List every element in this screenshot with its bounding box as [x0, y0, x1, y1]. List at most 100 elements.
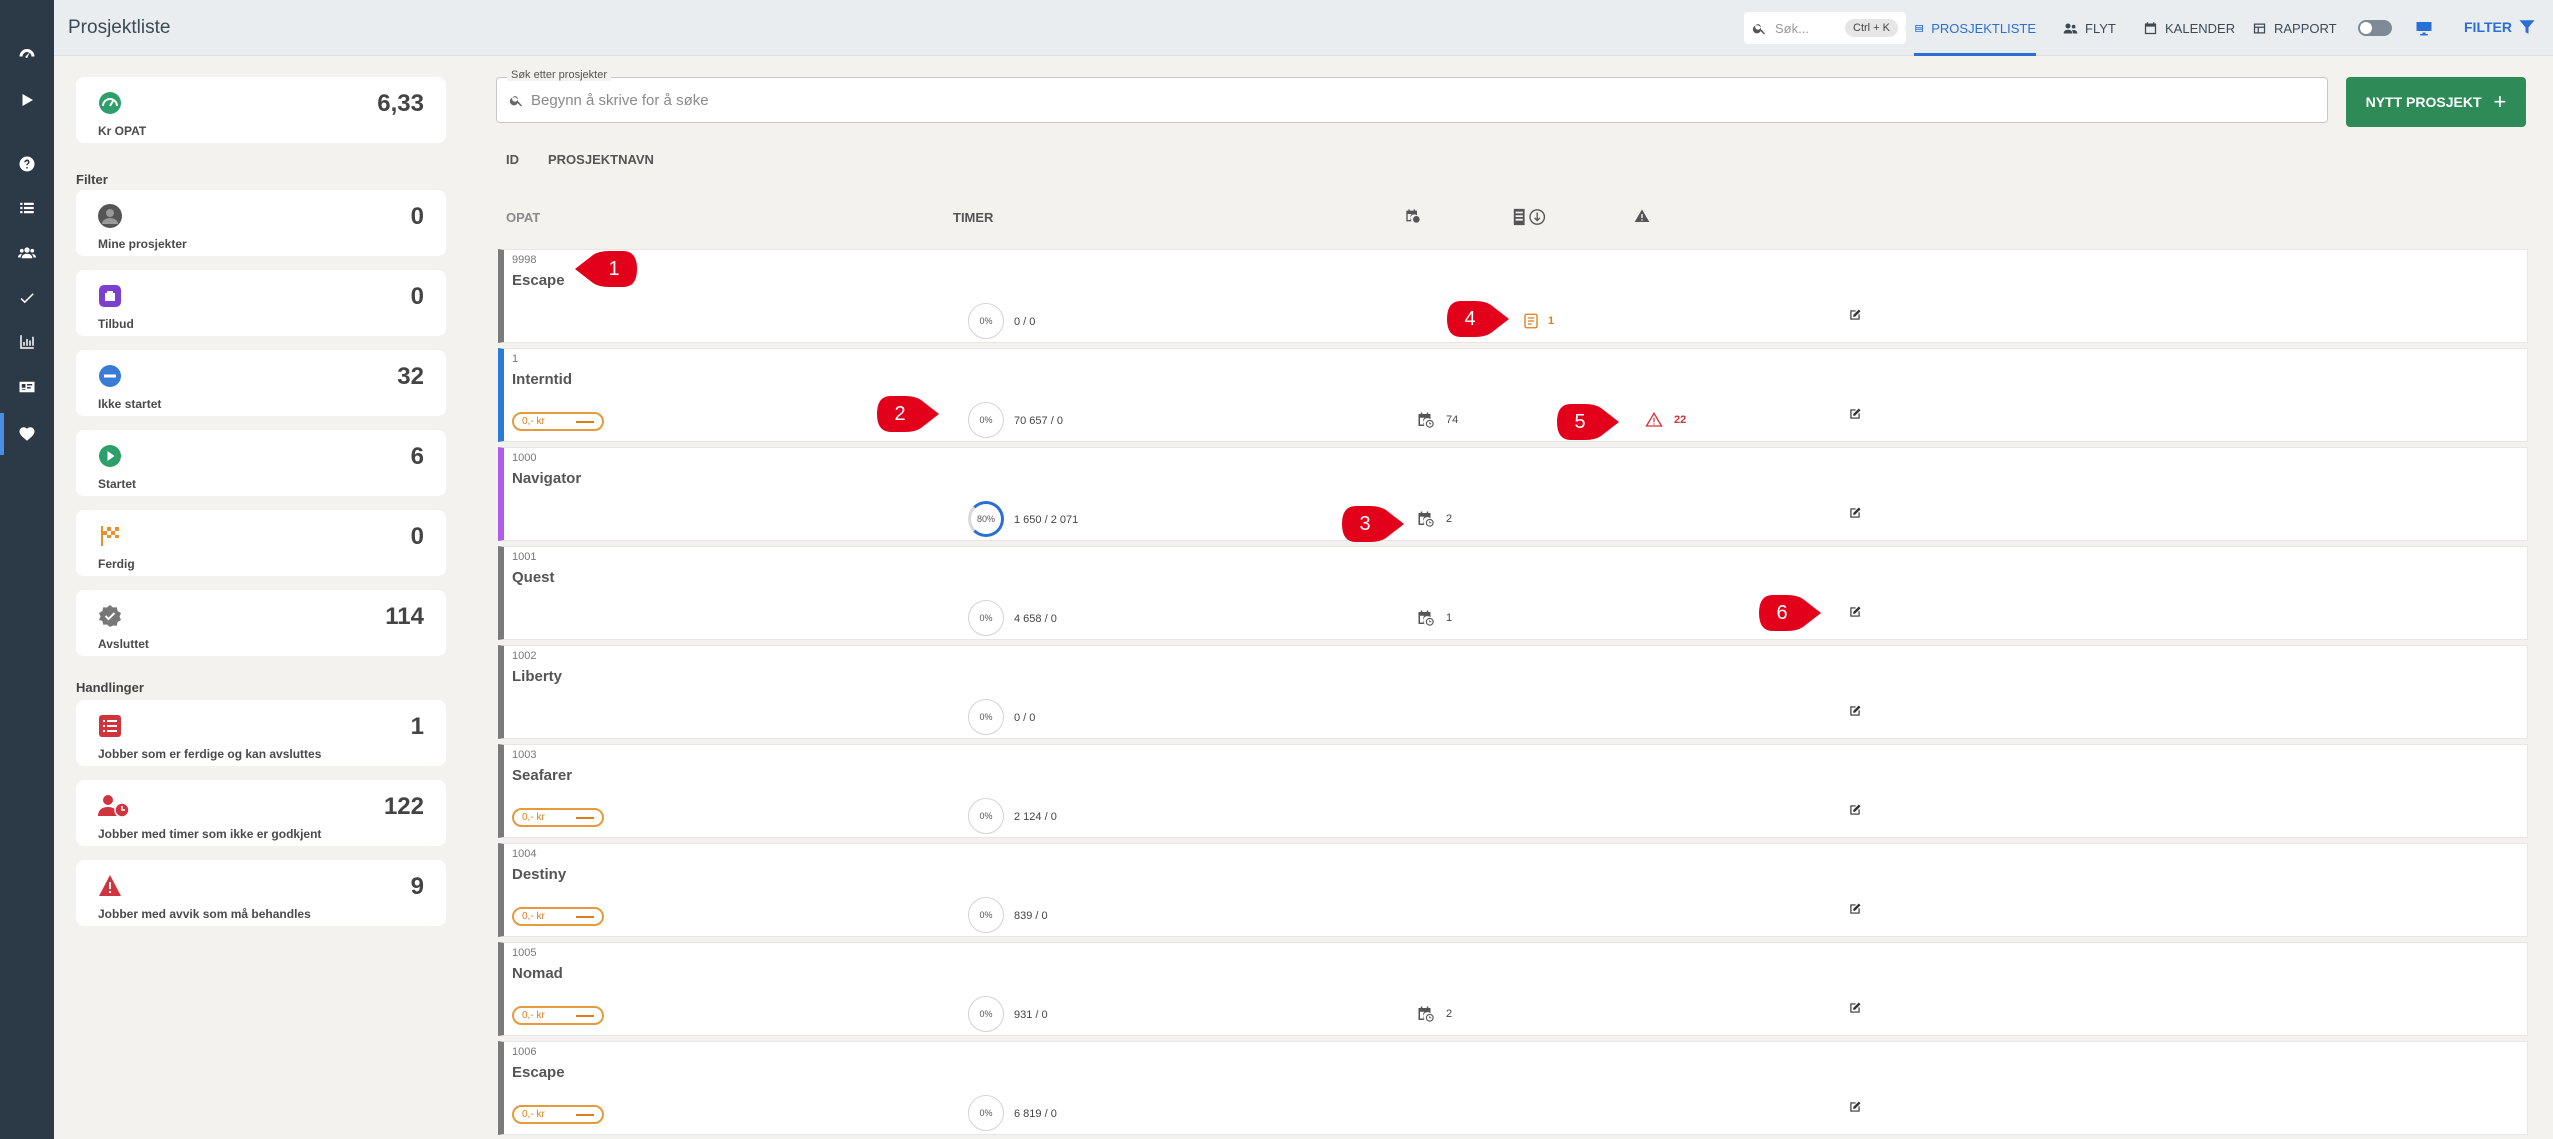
calendar-count[interactable]: 74: [1416, 411, 1458, 429]
callout-marker: 2: [875, 394, 939, 434]
edit-icon: [1850, 804, 1861, 815]
callout-marker: 3: [1340, 504, 1404, 544]
callout-number: 3: [1359, 512, 1371, 535]
opat-card: Kr OPAT 6,33: [76, 77, 446, 143]
callout-number: 5: [1574, 410, 1586, 433]
column-opat[interactable]: OPAT: [506, 210, 540, 225]
project-name[interactable]: Liberty: [512, 668, 562, 685]
edit-button[interactable]: [1844, 700, 1866, 722]
project-row[interactable]: 1005 Nomad 0,- kr 0% 931 / 0 2: [498, 942, 2528, 1036]
project-row[interactable]: 1 Interntid 0,- kr 0% 70 657 / 0 74 22: [498, 348, 2528, 442]
hours-value: 0 / 0: [1014, 316, 1036, 328]
action-timer-ikke-godkjent[interactable]: Jobber med timer som ikke er godkjent 12…: [76, 780, 446, 846]
project-name[interactable]: Seafarer: [512, 767, 572, 784]
tab-flyt[interactable]: FLYT: [2063, 0, 2116, 56]
filter-mine-prosjekter[interactable]: Mine prosjekter 0: [76, 190, 446, 256]
project-search-field[interactable]: Søk etter prosjekter Begynn å skrive for…: [496, 69, 2328, 123]
dashboard-icon[interactable]: [0, 41, 54, 69]
edit-icon: [1850, 705, 1861, 716]
project-row[interactable]: 1006 Escape 0,- kr 0% 6 819 / 0: [498, 1041, 2528, 1135]
users-icon[interactable]: [0, 239, 54, 267]
column-name[interactable]: PROSJEKTNAVN: [548, 152, 654, 167]
project-row[interactable]: 1003 Seafarer 0,- kr 0% 2 124 / 0: [498, 744, 2528, 838]
new-project-button[interactable]: NYTT PROSJEKT +: [2346, 77, 2526, 127]
started-icon: [98, 444, 122, 468]
filter-ikke-startet[interactable]: Ikke startet 32: [76, 350, 446, 416]
project-row[interactable]: 1002 Liberty 0% 0 / 0: [498, 645, 2528, 739]
project-name[interactable]: Escape: [512, 1064, 565, 1081]
hours-value: 839 / 0: [1014, 910, 1048, 922]
calendar-clock-icon[interactable]: [1405, 208, 1421, 229]
search-legend: Søk etter prosjekter: [507, 69, 611, 81]
filter-startet[interactable]: Startet 6: [76, 430, 446, 496]
edit-button[interactable]: [1844, 403, 1866, 425]
opat-badge[interactable]: 0,- kr: [512, 1105, 604, 1124]
tab-rapport[interactable]: RAPPORT: [2252, 0, 2337, 56]
heart-icon[interactable]: [0, 420, 54, 448]
tab-kalender[interactable]: KALENDER: [2143, 0, 2235, 56]
edit-icon: [1850, 507, 1861, 518]
closed-badge-icon: [98, 604, 122, 628]
play-icon[interactable]: [0, 86, 54, 114]
action-avvik[interactable]: Jobber med avvik som må behandles 9: [76, 860, 446, 926]
project-name[interactable]: Quest: [512, 569, 555, 586]
action-ferdige-jobber[interactable]: Jobber som er ferdige og kan avsluttes 1: [76, 700, 446, 766]
callout-number: 1: [608, 257, 620, 280]
edit-button[interactable]: [1844, 799, 1866, 821]
search-shortcut: Ctrl + K: [1845, 19, 1898, 37]
filter-tilbud[interactable]: Tilbud 0: [76, 270, 446, 336]
opat-badge[interactable]: 0,- kr: [512, 907, 604, 926]
user-clock-icon: [98, 794, 130, 818]
edit-button[interactable]: [1844, 601, 1866, 623]
calendar-count[interactable]: 2: [1416, 1005, 1452, 1023]
project-name[interactable]: Destiny: [512, 866, 566, 883]
project-name[interactable]: Interntid: [512, 371, 572, 388]
project-id: 9998: [512, 254, 537, 266]
project-row[interactable]: 9998 Escape 0% 0 / 0 1: [498, 249, 2528, 343]
column-hours[interactable]: TIMER: [953, 210, 993, 225]
filter-count: 0: [410, 283, 424, 310]
hours-value: 2 124 / 0: [1014, 811, 1057, 823]
id-card-icon[interactable]: [0, 373, 54, 401]
project-id: 1004: [512, 848, 537, 860]
warning-column-icon[interactable]: [1634, 208, 1650, 229]
opat-badge[interactable]: 0,- kr: [512, 808, 604, 827]
doc-sort-icon[interactable]: [1510, 208, 1550, 231]
callout-number: 4: [1464, 307, 1476, 330]
project-name[interactable]: Navigator: [512, 470, 581, 487]
project-row[interactable]: 1001 Quest 0% 4 658 / 0 1: [498, 546, 2528, 640]
tab-prosjektliste[interactable]: PROSJEKTLISTE: [1914, 0, 2036, 56]
view-toggle[interactable]: [2358, 20, 2392, 36]
calendar-count[interactable]: 2: [1416, 510, 1452, 528]
calendar-count[interactable]: 1: [1416, 609, 1452, 627]
project-row[interactable]: 1004 Destiny 0,- kr 0% 839 / 0: [498, 843, 2528, 937]
filter-ferdig[interactable]: Ferdig 0: [76, 510, 446, 576]
calendar-count-value: 1: [1446, 612, 1453, 624]
project-id: 1: [512, 353, 519, 365]
edit-button[interactable]: [1844, 898, 1866, 920]
edit-button[interactable]: [1844, 1096, 1866, 1118]
column-id[interactable]: ID: [506, 152, 519, 167]
project-name[interactable]: Nomad: [512, 965, 563, 982]
check-icon[interactable]: [0, 284, 54, 312]
document-count[interactable]: 1: [1522, 312, 1554, 330]
callout-marker: 6: [1757, 593, 1821, 633]
edit-button[interactable]: [1844, 304, 1866, 326]
progress-circle: 0%: [968, 303, 1004, 339]
project-name[interactable]: Escape: [512, 272, 565, 289]
global-search[interactable]: Søk... Ctrl + K: [1744, 12, 1906, 44]
filter-avsluttet[interactable]: Avsluttet 114: [76, 590, 446, 656]
help-icon[interactable]: [0, 150, 54, 178]
callout-marker: 1: [575, 249, 639, 289]
filter-button[interactable]: FILTER: [2464, 18, 2536, 36]
edit-button[interactable]: [1844, 502, 1866, 524]
opat-badge[interactable]: 0,- kr: [512, 412, 604, 431]
project-row[interactable]: 1000 Navigator 80% 1 650 / 2 071 2: [498, 447, 2528, 541]
warning-count[interactable]: 22: [1644, 411, 1686, 429]
list-icon[interactable]: [0, 194, 54, 222]
monitor-icon[interactable]: [2415, 19, 2433, 42]
action-label: Jobber med timer som ikke er godkjent: [98, 827, 322, 841]
opat-badge[interactable]: 0,- kr: [512, 1006, 604, 1025]
chart-icon[interactable]: [0, 328, 54, 356]
edit-button[interactable]: [1844, 997, 1866, 1019]
